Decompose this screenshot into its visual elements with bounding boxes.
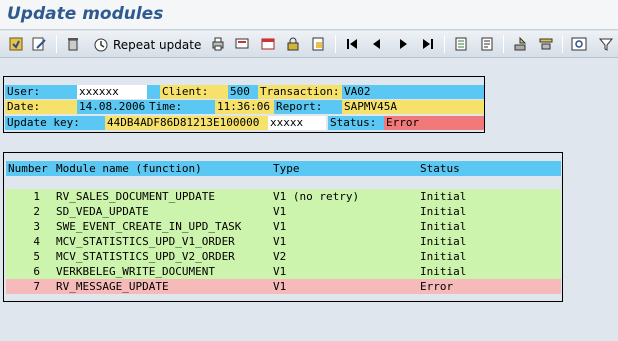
update-key-label: Update key: [5,116,105,130]
first-page-icon[interactable] [342,34,362,54]
application-toolbar: Repeat update [0,31,618,58]
update-key-extra: xxxxx [268,116,326,130]
row-status: Initial [420,250,467,263]
window-title: Update modules [7,4,164,24]
row-status: Error [420,280,454,293]
user-spacer [147,85,160,99]
toolbar-separator [56,35,57,53]
table-header: Number Module name (function) Type Statu… [6,161,561,176]
status-label: Status: [328,116,384,130]
row-type: V1 [273,280,287,293]
column-header-status[interactable]: Status [420,161,460,176]
row-status: Initial [420,220,467,233]
toolbar-separator [562,35,563,53]
screen-icon[interactable] [258,34,278,54]
row-type: V1 [273,235,287,248]
select-icon[interactable] [510,34,530,54]
transaction-value: VA02 [342,85,484,99]
table-row[interactable]: 6 VERKBELEG_WRITE_DOCUMENT V1 Initial [6,264,561,279]
log-icon[interactable] [6,34,26,54]
delete-icon[interactable] [63,34,83,54]
client-value: 500 [228,85,258,99]
toolbar-separator [503,35,504,53]
last-page-icon[interactable] [418,34,438,54]
modules-table: Number Module name (function) Type Statu… [3,152,563,302]
client-label: Client: [160,85,228,99]
table-row[interactable]: 1 RV_SALES_DOCUMENT_UPDATE V1 (no retry)… [6,189,561,204]
row-module: MCV_STATISTICS_UPD_V2_ORDER [56,250,235,263]
time-value: 11:36:06 [215,100,274,114]
report-label: Report: [274,100,342,114]
column-header-type[interactable]: Type [273,161,300,176]
row-type: V2 [273,250,287,263]
repeat-update-label: Repeat update [113,37,202,52]
transaction-label: Transaction: [258,85,342,99]
document-icon[interactable] [308,34,328,54]
row-number: 3 [33,220,40,233]
edit-icon[interactable] [29,34,49,54]
row-type: V1 [273,205,287,218]
column-header-number[interactable]: Number [8,161,48,176]
row-number: 7 [33,280,40,293]
list-detail-icon[interactable] [477,34,497,54]
row-module: RV_SALES_DOCUMENT_UPDATE [56,190,215,203]
lock-icon[interactable] [283,34,303,54]
row-type: V1 [273,265,287,278]
toolbar-separator [335,35,336,53]
repeat-update-icon [94,38,108,51]
table-row[interactable]: 2 SD_VEDA_UPDATE V1 Initial [6,204,561,219]
repeat-update-button[interactable]: Repeat update [91,34,203,55]
previous-page-icon[interactable] [367,34,387,54]
row-module: SD_VEDA_UPDATE [56,205,149,218]
display-icon[interactable] [232,34,252,54]
update-header-info: User: xxxxxx Client: 500 Transaction: VA… [3,76,485,133]
row-number: 6 [33,265,40,278]
table-row[interactable]: 3 SWE_EVENT_CREATE_IN_UPD_TASK V1 Initia… [6,219,561,234]
print-icon[interactable] [208,34,228,54]
table-row-error[interactable]: 7 RV_MESSAGE_UPDATE V1 Error [6,279,561,294]
row-type: V1 [273,220,287,233]
row-status: Initial [420,265,467,278]
row-module: VERKBELEG_WRITE_DOCUMENT [56,265,215,278]
row-number: 4 [33,235,40,248]
row-status: Initial [420,190,467,203]
row-number: 1 [33,190,40,203]
filter-icon[interactable] [536,34,556,54]
column-header-module[interactable]: Module name (function) [56,161,202,176]
report-value: SAPMV45A [342,100,484,114]
toolbar-separator [444,35,445,53]
date-value: 14.08.2006 [77,100,147,114]
status-value: Error [384,116,484,130]
title-bar: Update modules [0,0,618,30]
list-icon[interactable] [451,34,471,54]
row-module: RV_MESSAGE_UPDATE [56,280,169,293]
table-row[interactable]: 4 MCV_STATISTICS_UPD_V1_ORDER V1 Initial [6,234,561,249]
row-number: 5 [33,250,40,263]
update-key-value: 44DB4ADF86D81213E100000 [105,116,268,130]
row-status: Initial [420,205,467,218]
next-page-icon[interactable] [393,34,413,54]
table-body: 1 RV_SALES_DOCUMENT_UPDATE V1 (no retry)… [6,189,561,294]
find-icon[interactable] [569,34,589,54]
user-value: xxxxxx [77,85,147,99]
table-row[interactable]: 5 MCV_STATISTICS_UPD_V2_ORDER V2 Initial [6,249,561,264]
row-type: V1 (no retry) [273,190,360,203]
row-module: MCV_STATISTICS_UPD_V1_ORDER [56,235,235,248]
row-status: Initial [420,235,467,248]
funnel-icon[interactable] [596,34,616,54]
user-label: User: [5,85,77,99]
time-label: Time: [147,100,215,114]
date-label: Date: [5,100,77,114]
row-number: 2 [33,205,40,218]
row-module: SWE_EVENT_CREATE_IN_UPD_TASK [56,220,242,233]
